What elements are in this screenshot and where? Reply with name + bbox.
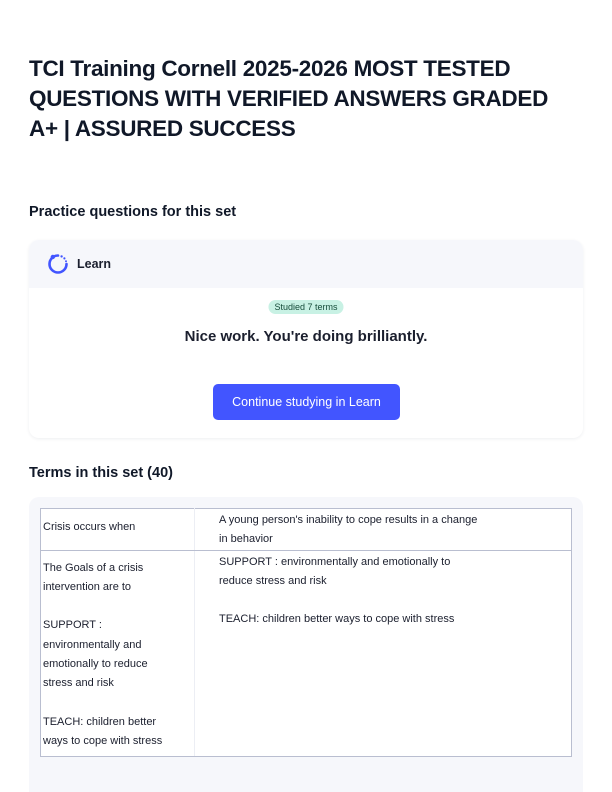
definition-line: TEACH: children better ways to cope with… [219,613,455,626]
studied-badge: Studied 7 terms [268,300,344,314]
definition-line: SUPPORT : environmentally and emotionall… [219,555,451,568]
learn-card-header[interactable]: Learn [29,240,583,288]
term-line: Crisis occurs when [43,521,136,533]
practice-heading: Practice questions for this set [29,204,237,220]
term-line: intervention are to [43,580,132,593]
term-line: SUPPORT : [43,619,102,632]
terms-panel: Crisis occurs when A young person's inab… [29,497,583,792]
term-line: emotionally to reduce [43,658,148,671]
learn-label: Learn [77,257,112,271]
document-title: TCI Training Cornell 2025-2026 MOST TEST… [29,54,589,144]
terms-table: Crisis occurs when A young person's inab… [40,508,572,757]
term-line: environmentally and [43,638,142,651]
term-line: stress and risk [43,677,114,690]
title-line: QUESTIONS WITH VERIFIED ANSWERS GRADED [29,86,549,111]
title-line: TCI Training Cornell 2025-2026 MOST TEST… [29,56,511,81]
continue-studying-button[interactable]: Continue studying in Learn [213,384,400,420]
learn-card: Learn Studied 7 terms Nice work. You're … [29,240,583,438]
learn-progress-icon [47,253,69,275]
terms-heading: Terms in this set (40) [29,465,173,481]
term-line: ways to cope with stress [43,735,163,748]
definition-cell: A young person's inability to cope resul… [194,508,572,551]
term-line: The Goals of a crisis [43,561,144,574]
term-line: TEACH: children better [43,715,157,728]
table-row: The Goals of a crisis intervention are t… [40,549,572,757]
table-row: Crisis occurs when A young person's inab… [40,508,572,551]
definition-cell: SUPPORT : environmentally and emotionall… [194,549,572,757]
encouragement-message: Nice work. You're doing brilliantly. [184,328,428,345]
title-line: A+ | ASSURED SUCCESS [29,116,296,141]
learn-card-body: Studied 7 terms Nice work. You're doing … [29,288,583,438]
term-cell: The Goals of a crisis intervention are t… [40,549,195,757]
definition-line: reduce stress and risk [219,574,327,587]
definition-line: in behavior [219,533,273,546]
term-cell: Crisis occurs when [40,508,195,551]
definition-line: A young person's inability to cope resul… [219,514,478,526]
